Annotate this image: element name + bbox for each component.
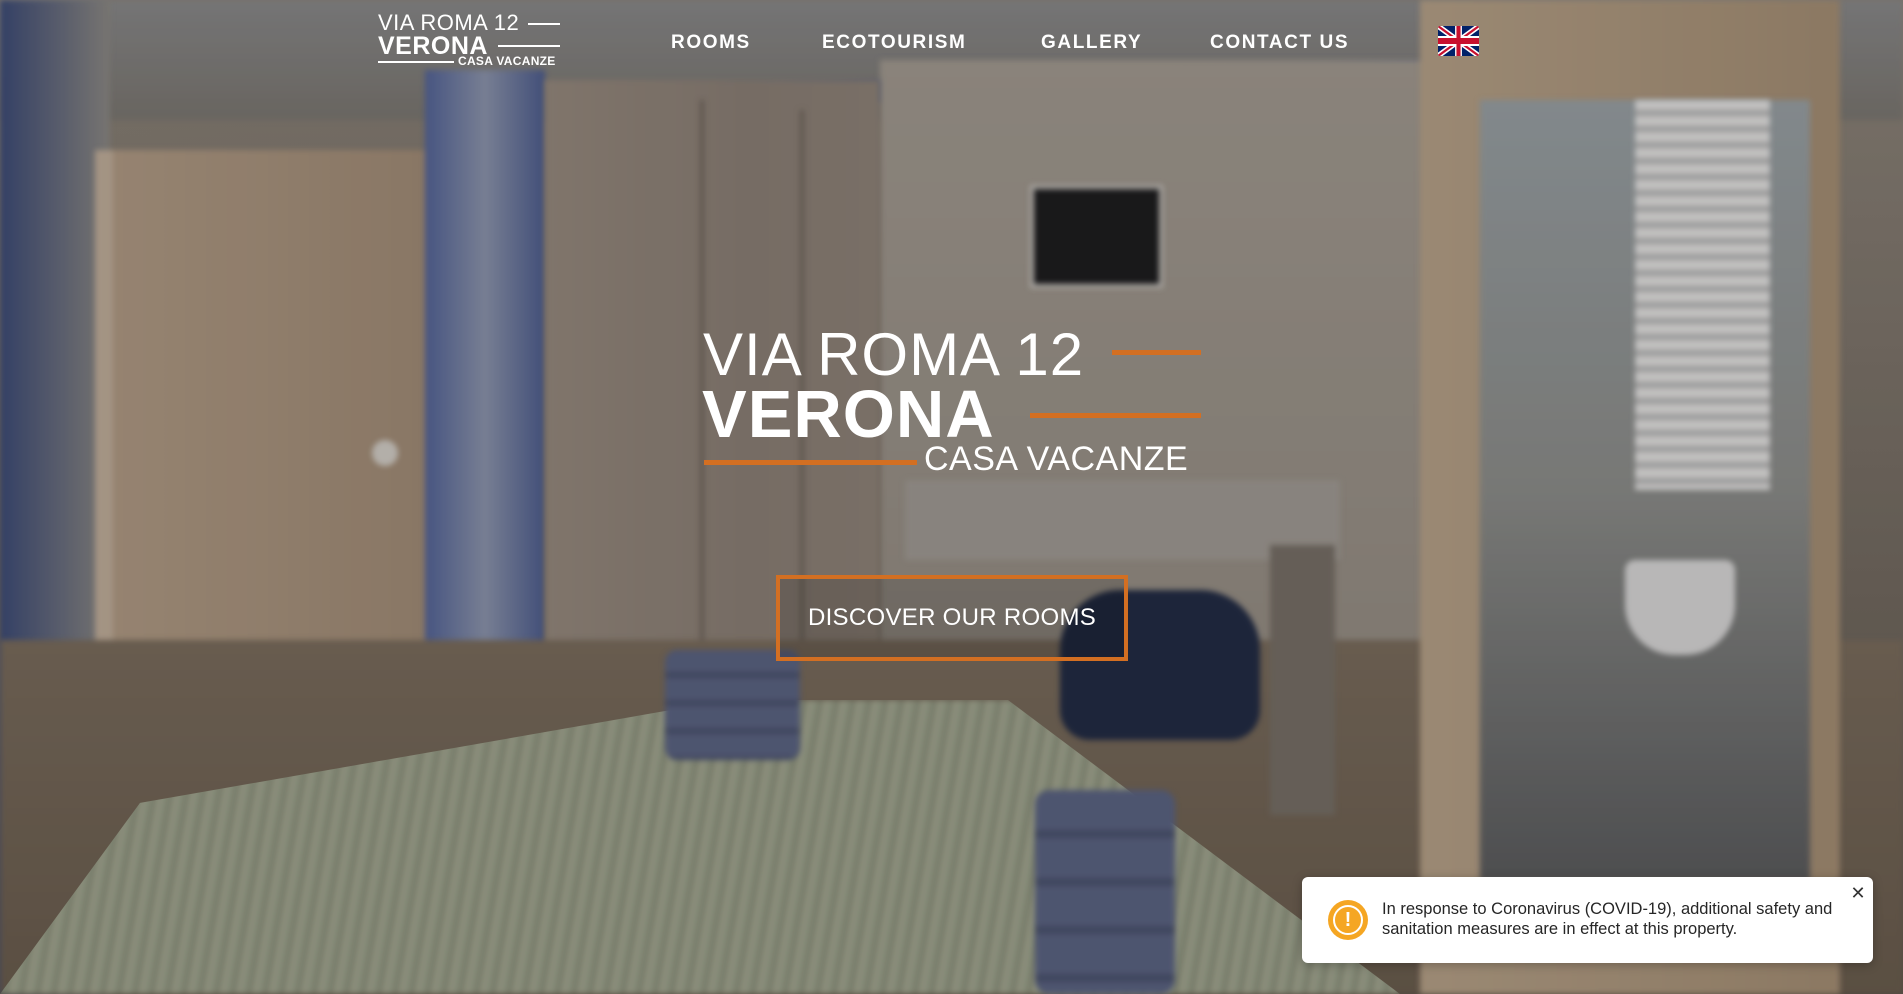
nav-ecotourism[interactable]: ECOTOURISM [822, 32, 966, 54]
hero-title: VIA ROMA 12 VERONA CASA VACANZE [700, 320, 1220, 490]
warning-icon: ! [1328, 900, 1368, 940]
title-accent-bar [1112, 350, 1201, 355]
warning-icon-glyph: ! [1333, 905, 1363, 935]
hero-overlay [0, 0, 1903, 994]
nav-gallery[interactable]: GALLERY [1041, 32, 1142, 54]
close-icon[interactable]: ✕ [1849, 885, 1867, 903]
covid-notice: ! In response to Coronavirus (COVID-19),… [1302, 877, 1873, 963]
notice-text: In response to Coronavirus (COVID-19), a… [1382, 900, 1833, 938]
site-header: VIA ROMA 12 VERONA CASA VACANZE ROOMS EC… [0, 0, 1903, 90]
hero-section: VIA ROMA 12 VERONA CASA VACANZE ROOMS EC… [0, 0, 1903, 994]
logo-line3: CASA VACANZE [458, 54, 556, 68]
main-nav: ROOMS ECOTOURISM GALLERY CONTACT US [0, 32, 1903, 56]
nav-contact-us[interactable]: CONTACT US [1210, 32, 1349, 54]
logo-rule [378, 61, 454, 63]
uk-flag-icon[interactable] [1438, 26, 1479, 56]
title-accent-bar [704, 460, 917, 465]
logo-rule [528, 23, 560, 25]
hero-title-line3: CASA VACANZE [924, 440, 1189, 478]
title-accent-bar [1030, 413, 1201, 418]
nav-rooms[interactable]: ROOMS [671, 32, 751, 54]
discover-rooms-button[interactable]: DISCOVER OUR ROOMS [776, 575, 1128, 661]
